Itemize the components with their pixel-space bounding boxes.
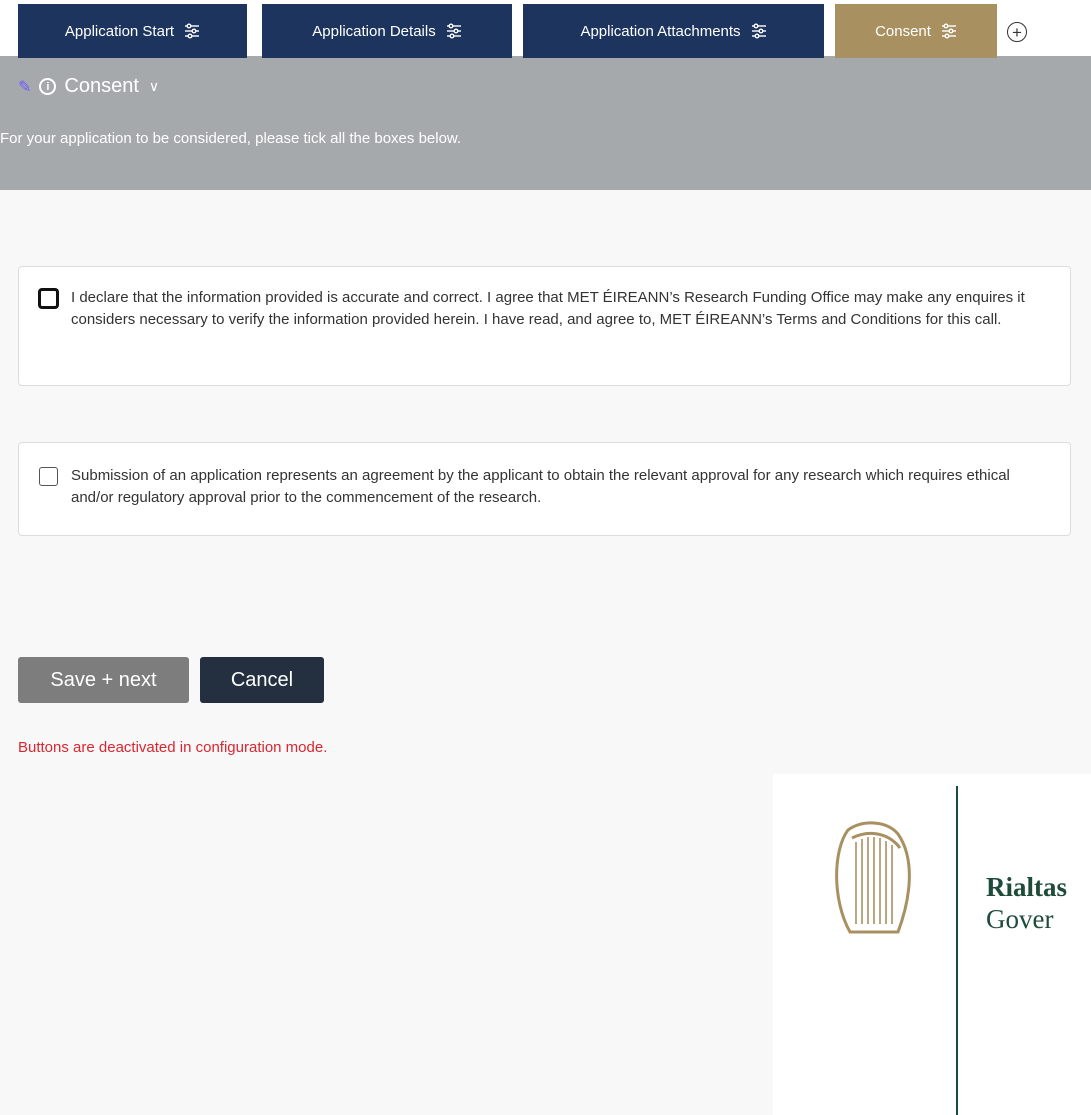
tab-label: Application Attachments bbox=[580, 22, 741, 40]
section-title: Consent bbox=[64, 75, 139, 97]
save-next-button[interactable]: Save + next bbox=[18, 657, 189, 703]
consent-checkbox-1[interactable] bbox=[39, 289, 58, 308]
section-title-row: ✎ i Consent ∨ bbox=[18, 75, 159, 98]
tab-label: Consent bbox=[875, 22, 931, 40]
logo-text-line2: Gover bbox=[986, 904, 1054, 934]
consent-item-1: I declare that the information provided … bbox=[18, 266, 1071, 386]
add-tab-icon[interactable]: + bbox=[1007, 22, 1027, 42]
tab-consent[interactable]: Consent bbox=[835, 4, 997, 58]
cancel-button[interactable]: Cancel bbox=[200, 657, 324, 703]
consent-item-2: Submission of an application represents … bbox=[18, 442, 1071, 536]
settings-sliders-icon[interactable] bbox=[446, 23, 462, 39]
harp-emblem-icon bbox=[835, 821, 911, 934]
settings-sliders-icon[interactable] bbox=[184, 23, 200, 39]
tab-application-attachments[interactable]: Application Attachments bbox=[523, 4, 824, 58]
info-icon[interactable]: i bbox=[39, 78, 57, 95]
consent-text-2: Submission of an application represents … bbox=[71, 467, 1010, 506]
chevron-down-icon[interactable]: ∨ bbox=[149, 78, 159, 95]
logo-divider bbox=[956, 786, 958, 1115]
consent-checkbox-2[interactable] bbox=[39, 467, 58, 486]
section-instructions: For your application to be considered, p… bbox=[0, 130, 462, 147]
logo-text-line1: Rialtas bbox=[986, 872, 1067, 902]
tab-bar: Application Start Application Details Ap… bbox=[0, 0, 1091, 58]
settings-sliders-icon[interactable] bbox=[941, 23, 957, 39]
settings-sliders-icon[interactable] bbox=[751, 23, 767, 39]
tab-application-start[interactable]: Application Start bbox=[18, 4, 247, 58]
tab-application-details[interactable]: Application Details bbox=[262, 4, 512, 58]
edit-pencil-icon[interactable]: ✎ bbox=[18, 77, 31, 97]
section-header bbox=[0, 58, 1091, 190]
config-mode-warning: Buttons are deactivated in configuration… bbox=[18, 739, 328, 756]
consent-text-1: I declare that the information provided … bbox=[71, 289, 1025, 328]
tab-label: Application Details bbox=[312, 22, 436, 40]
tab-label: Application Start bbox=[64, 22, 175, 40]
government-logo: Rialtas Gover bbox=[773, 774, 1091, 1115]
